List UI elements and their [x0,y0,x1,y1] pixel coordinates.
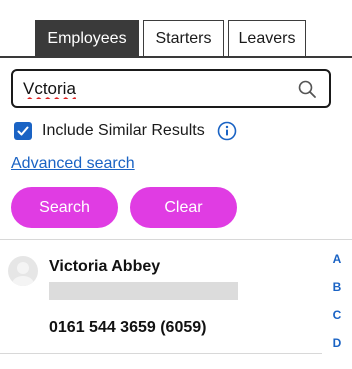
include-similar-checkbox[interactable] [14,122,32,140]
search-field[interactable] [11,69,331,108]
search-button[interactable]: Search [11,187,118,228]
result-phone[interactable]: 0161 544 3659 (6059) [49,319,206,337]
tab-underline [0,56,352,58]
search-input[interactable] [23,77,283,101]
employee-search-panel: Employees Starters Leavers Include Simil… [0,0,352,369]
results-divider [0,239,352,240]
advanced-search-link[interactable]: Advanced search [11,155,135,173]
alphabet-letter-a[interactable]: A [330,250,344,278]
tab-starters[interactable]: Starters [143,20,224,57]
checkmark-icon [17,126,29,136]
include-similar-row: Include Similar Results [14,120,237,142]
alphabet-index: A B C D [330,250,344,362]
tab-bar: Employees Starters Leavers [35,20,306,57]
alphabet-letter-b[interactable]: B [330,278,344,306]
result-bottom-divider [0,353,322,354]
result-name[interactable]: Victoria Abbey [49,258,160,276]
tab-leavers[interactable]: Leavers [228,20,306,57]
info-icon[interactable] [217,121,237,141]
redacted-job-title [49,282,238,300]
user-avatar-icon [12,262,34,286]
search-icon[interactable] [297,79,317,99]
include-similar-label: Include Similar Results [42,122,205,139]
alphabet-letter-c[interactable]: C [330,306,344,334]
clear-button[interactable]: Clear [130,187,237,228]
avatar [8,256,38,286]
tab-employees[interactable]: Employees [35,20,139,57]
alphabet-letter-d[interactable]: D [330,334,344,362]
